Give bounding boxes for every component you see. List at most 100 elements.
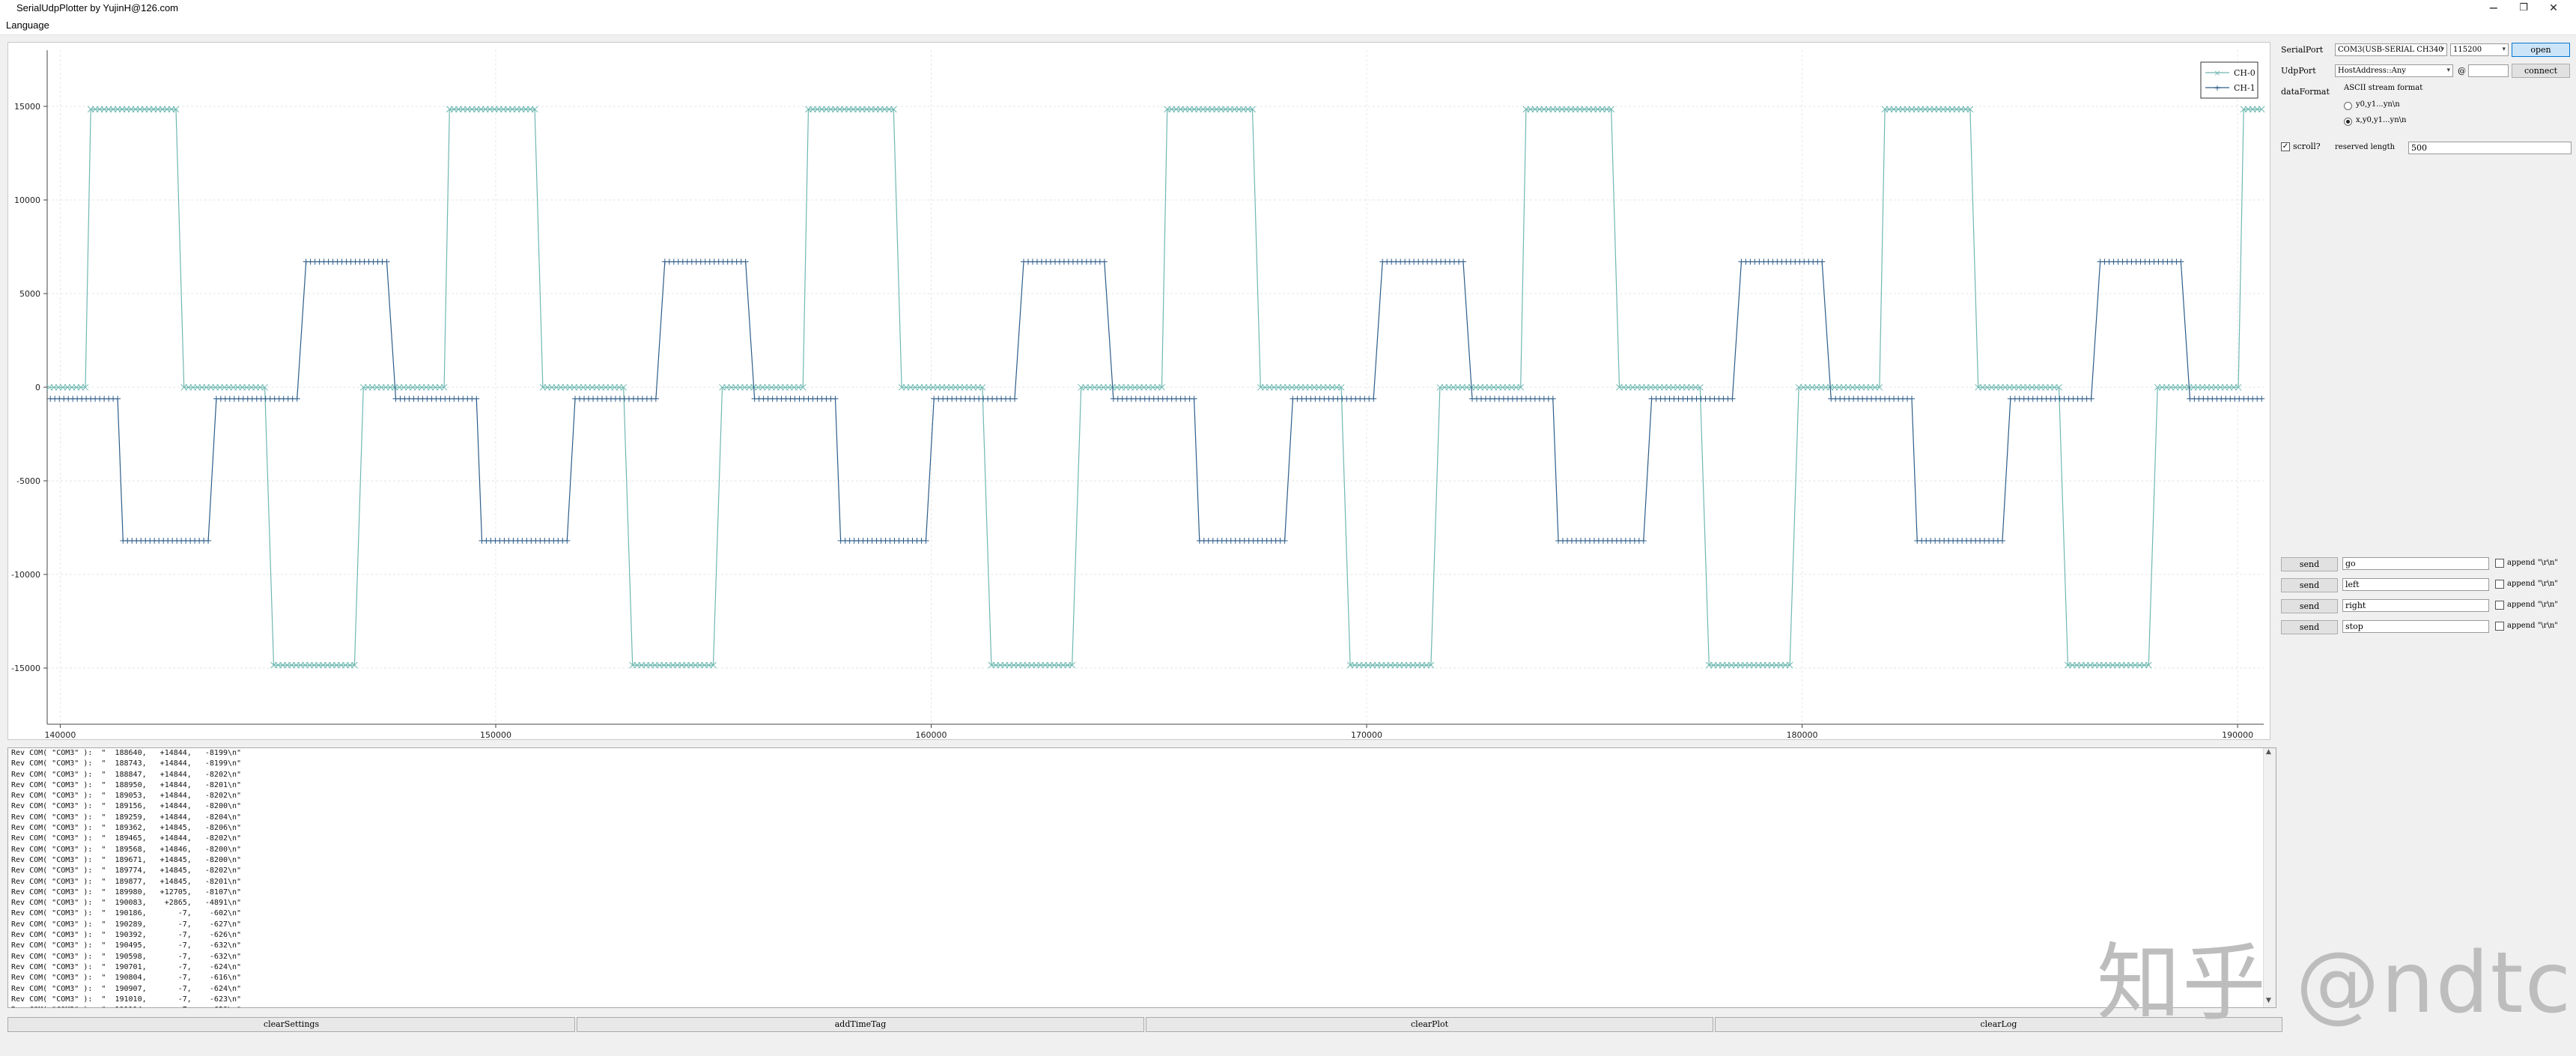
log-line: Rev COM( "COM3" ): " 189671, +14845, -82… <box>11 855 242 864</box>
data-point-ch-1 <box>205 538 212 544</box>
clear-plot-button[interactable]: clearPlot <box>1146 1017 1713 1032</box>
scroll-up-icon[interactable]: ▲ <box>2266 748 2271 756</box>
append-crlf-label-4: append "\r\n" <box>2507 622 2558 630</box>
y-tick-label: 5000 <box>19 289 40 299</box>
chevron-down-icon: ▾ <box>2446 67 2450 74</box>
data-point-ch-1 <box>1549 395 1556 402</box>
log-line: Rev COM( "COM3" ): " 190392, -7, -626\n" <box>11 931 242 940</box>
receive-log[interactable]: Rev COM( "COM3" ): " 188640, +14844, -81… <box>7 747 2276 1008</box>
x-tick-label: 190000 <box>2222 730 2253 739</box>
append-crlf-label-1: append "\r\n" <box>2507 559 2558 567</box>
log-line: Rev COM( "COM3" ): " 189465, +14844, -82… <box>11 834 242 843</box>
send-button-4[interactable]: send <box>2281 620 2338 634</box>
settings-panel: SerialPort COM3(USB-SERIAL CH340 ▾ 115200… <box>2276 37 2576 1011</box>
append-crlf-checkbox-1[interactable] <box>2495 559 2504 568</box>
log-line: Rev COM( "COM3" ): " 188743, +14844, -81… <box>11 759 242 768</box>
y-tick-label: -15000 <box>11 664 40 673</box>
append-crlf-label-2: append "\r\n" <box>2507 580 2558 588</box>
log-text: Rev COM( "COM3" ): " 188640, +14844, -81… <box>11 748 242 1007</box>
append-crlf-checkbox-2[interactable] <box>2495 580 2504 589</box>
scroll-label: scroll? <box>2293 142 2321 151</box>
data-point-ch-1 <box>1999 538 2005 544</box>
append-crlf-checkbox-4[interactable] <box>2495 622 2504 631</box>
data-format-label: dataFormat <box>2281 87 2330 97</box>
legend-marker-ch-0: × <box>2214 68 2220 78</box>
log-line: Rev COM( "COM3" ): " 188950, +14844, -82… <box>11 780 242 789</box>
data-point-ch-1 <box>2258 395 2265 402</box>
data-point-ch-1 <box>2178 258 2184 265</box>
y-tick-label: 15000 <box>14 102 40 112</box>
signal-plot[interactable]: 140000 150000 160000 170000 180000 1900001500… <box>8 43 2270 739</box>
legend-marker-ch-1: + <box>2214 83 2220 93</box>
add-time-tag-button[interactable]: addTimeTag <box>577 1017 1144 1032</box>
series-line-ch-1 <box>50 261 2262 541</box>
log-line: Rev COM( "COM3" ): " 190083, +2865, -489… <box>11 899 242 908</box>
log-line: Rev COM( "COM3" ): " 191010, -7, -623\n" <box>11 995 242 1004</box>
clear-settings-button[interactable]: clearSettings <box>7 1017 575 1032</box>
window-title: SerialUdpPlotter by YujinH@126.com <box>16 2 179 13</box>
data-point-ch-1 <box>742 258 749 265</box>
reserved-length-input[interactable]: 500 <box>2408 142 2572 154</box>
x-tick-label: 140000 <box>44 730 76 739</box>
x-tick-label: 150000 <box>480 730 511 739</box>
log-line: Rev COM( "COM3" ): " 188640, +14844, -81… <box>11 749 242 757</box>
baud-rate-select[interactable]: 115200 ▾ <box>2450 43 2509 56</box>
at-sign: @ <box>2458 66 2466 76</box>
serial-port-label: SerialPort <box>2281 45 2324 55</box>
log-line: Rev COM( "COM3" ): " 190495, -7, -632\n" <box>11 941 242 950</box>
scroll-checkbox[interactable]: ✓ <box>2281 142 2290 151</box>
y-tick-label: -5000 <box>16 476 40 486</box>
data-point-ch-1 <box>1909 395 1916 402</box>
connect-button[interactable]: connect <box>2512 64 2570 78</box>
x-tick-label: 180000 <box>1787 730 1818 739</box>
format-y-label: y0,y1...yn\n <box>2356 100 2400 109</box>
chevron-down-icon: ▾ <box>2440 46 2444 53</box>
open-button[interactable]: open <box>2512 43 2570 57</box>
data-point-ch-1 <box>1281 538 1288 544</box>
send-input-1[interactable]: go <box>2342 557 2489 570</box>
y-tick-label: 10000 <box>14 195 40 205</box>
log-line: Rev COM( "COM3" ): " 190907, -7, -624\n" <box>11 984 242 993</box>
log-line: Rev COM( "COM3" ): " 190701, -7, -624\n" <box>11 962 242 971</box>
append-crlf-checkbox-3[interactable] <box>2495 601 2504 610</box>
send-button-2[interactable]: send <box>2281 578 2338 592</box>
legend-label-ch-1: CH-1 <box>2234 83 2255 93</box>
log-line: Rev COM( "COM3" ): " 189980, +12705, -81… <box>11 887 242 896</box>
menu-language[interactable]: Language <box>6 19 49 31</box>
data-point-ch-1 <box>1191 395 1197 402</box>
log-line: Rev COM( "COM3" ): " 189259, +14844, -82… <box>11 813 242 822</box>
data-point-ch-1 <box>1640 538 1647 544</box>
send-input-2[interactable]: left <box>2342 578 2489 591</box>
plot-panel[interactable]: 140000 150000 160000 170000 180000 190000 1500… <box>7 42 2270 740</box>
data-point-ch-1 <box>383 258 390 265</box>
format-group-title: ASCII stream format <box>2344 84 2423 92</box>
send-button-1[interactable]: send <box>2281 557 2338 571</box>
chevron-down-icon: ▾ <box>2502 46 2506 53</box>
format-xy-label: x,y0,y1...yn\n <box>2356 116 2407 124</box>
log-line: Rev COM( "COM3" ): " 188847, +14844, -82… <box>11 770 242 779</box>
data-point-ch-1 <box>923 538 929 544</box>
log-line: Rev COM( "COM3" ): " 190186, -7, -602\n" <box>11 909 242 918</box>
format-y-radio[interactable] <box>2344 102 2352 110</box>
title-bar: SerialUdpPlotter by YujinH@126.com − ❐ ✕ <box>0 0 2576 16</box>
data-point-ch-1 <box>294 395 300 402</box>
format-xy-radio[interactable] <box>2344 118 2352 126</box>
udp-port-input[interactable] <box>2468 64 2509 77</box>
data-point-ch-1 <box>652 395 659 402</box>
send-input-3[interactable]: right <box>2342 599 2489 612</box>
legend-label-ch-0: CH-0 <box>2234 68 2255 78</box>
log-line: Rev COM( "COM3" ): " 189362, +14845, -82… <box>11 824 242 833</box>
zhihu-watermark-logo: 知乎 @ndtc <box>2097 935 2573 1032</box>
data-point-ch-1 <box>1819 258 1826 265</box>
data-point-ch-1 <box>473 395 480 402</box>
append-crlf-label-3: append "\r\n" <box>2507 601 2558 609</box>
udp-address-select[interactable]: HostAddress::Any ▾ <box>2335 64 2453 77</box>
log-line: Rev COM( "COM3" ): " 189053, +14844, -82… <box>11 792 242 801</box>
serial-port-select[interactable]: COM3(USB-SERIAL CH340 ▾ <box>2335 43 2447 56</box>
y-tick-label: 0 <box>35 383 40 392</box>
close-button[interactable]: ✕ <box>2531 0 2576 16</box>
data-point-ch-1 <box>1370 395 1377 402</box>
send-input-4[interactable]: stop <box>2342 620 2489 633</box>
send-button-3[interactable]: send <box>2281 599 2338 613</box>
data-point-ch-1 <box>1012 395 1018 402</box>
